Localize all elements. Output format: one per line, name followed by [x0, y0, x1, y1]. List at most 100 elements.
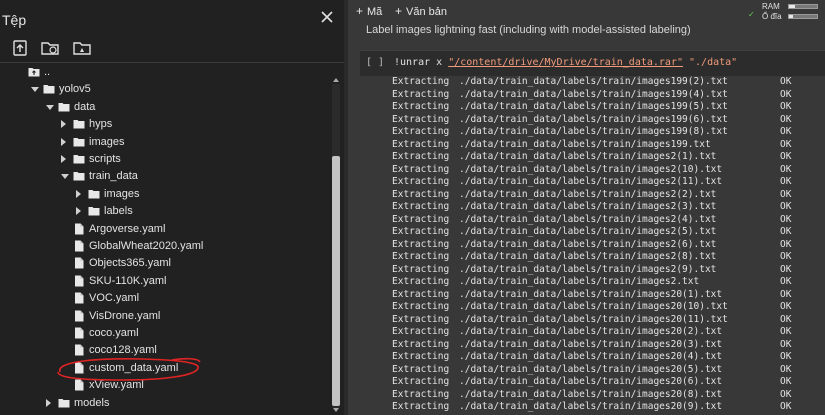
- folder-item[interactable]: yolov5: [0, 81, 330, 98]
- output-path: ./data/train_data/labels/train/images20(…: [459, 376, 723, 387]
- output-verb: Extracting: [392, 151, 450, 162]
- parent-folder-item[interactable]: ..: [0, 64, 330, 81]
- code-cell[interactable]: [ ] !unrar x "/content/drive/MyDrive/tra…: [360, 50, 825, 76]
- mount-drive-icon[interactable]: [72, 38, 92, 58]
- close-icon[interactable]: [318, 8, 336, 26]
- output-line: Extracting ./data/train_data/labels/train…: [392, 301, 825, 314]
- add-code-button[interactable]: + Mã: [356, 4, 382, 18]
- upload-icon[interactable]: [10, 38, 30, 58]
- output-status: OK: [780, 363, 792, 375]
- output-verb: Extracting: [392, 263, 450, 275]
- scrollbar[interactable]: [332, 84, 340, 408]
- notebook-area: + Mã + Văn bản ✓ RAM Ổ đĩa Label images li…: [348, 0, 825, 415]
- folder-item[interactable]: hyps: [0, 116, 330, 133]
- output-status: OK: [780, 76, 792, 87]
- chevron-right-icon[interactable]: [76, 207, 81, 216]
- output-path: ./data/train_data/labels/train/images20(…: [459, 351, 723, 362]
- output-status: OK: [780, 238, 792, 250]
- file-item[interactable]: VisDrone.yaml: [0, 308, 330, 325]
- chevron-right-icon[interactable]: [61, 155, 66, 163]
- output-verb: Extracting: [392, 201, 450, 212]
- output-status: OK: [780, 288, 792, 300]
- output-verb: Extracting: [392, 288, 450, 300]
- file-tree-label: SKU-110K.yaml: [89, 274, 167, 287]
- output-status: OK: [780, 88, 792, 100]
- folder-icon: [58, 102, 70, 112]
- chevron-down-icon[interactable]: [61, 174, 69, 180]
- chevron-right-icon[interactable]: [46, 398, 51, 407]
- output-verb: Extracting: [392, 176, 450, 187]
- output-path: ./data/train_data/labels/train/images20(…: [459, 363, 723, 375]
- file-item[interactable]: coco.yaml: [0, 325, 330, 342]
- folder-icon: [88, 189, 100, 199]
- output-path: ./data/train_data/labels/train/images199…: [459, 113, 728, 125]
- file-icon: [75, 275, 84, 287]
- chevron-down-icon[interactable]: [46, 104, 54, 110]
- folder-item[interactable]: images: [0, 186, 330, 203]
- refresh-folder-icon[interactable]: [40, 38, 60, 58]
- scroll-up-icon[interactable]: [333, 78, 339, 82]
- output-line: Extracting ./data/train_data/labels/train…: [392, 264, 825, 277]
- run-cell-button[interactable]: [ ]: [366, 57, 384, 68]
- output-verb: Extracting: [392, 213, 450, 225]
- chevron-right-icon[interactable]: [61, 120, 66, 129]
- folder-item[interactable]: models: [0, 395, 330, 412]
- file-tree-label: ..: [44, 66, 51, 78]
- folder-item[interactable]: labels: [0, 203, 330, 220]
- output-path: ./data/train_data/labels/train/images20(…: [459, 288, 723, 300]
- file-item[interactable]: SKU-110K.yaml: [0, 273, 330, 290]
- markdown-cell-text: Label images lightning fast (including w…: [366, 24, 691, 36]
- folder-icon: [73, 120, 85, 129]
- output-status: OK: [780, 351, 792, 362]
- output-path: ./data/train_data/labels/train/images2(1…: [459, 176, 723, 187]
- output-path: ./data/train_data/labels/train/images2(1…: [459, 151, 717, 162]
- file-item[interactable]: VOC.yaml: [0, 290, 330, 307]
- code-editor[interactable]: !unrar x "/content/drive/MyDrive/train_d…: [394, 57, 737, 68]
- output-line: Extracting ./data/train_data/labels/train…: [392, 339, 825, 352]
- folder-item[interactable]: scripts: [0, 151, 330, 168]
- chevron-down-icon[interactable]: [31, 87, 39, 93]
- output-verb: Extracting: [392, 88, 450, 100]
- output-path: ./data/train_data/labels/train/images20(…: [459, 388, 723, 400]
- add-text-button[interactable]: + Văn bản: [395, 4, 447, 18]
- folder-item[interactable]: images: [0, 134, 330, 151]
- output-line: Extracting ./data/train_data/labels/train…: [392, 114, 825, 127]
- output-status: OK: [780, 263, 792, 275]
- output-verb: Extracting: [392, 76, 450, 87]
- output-verb: Extracting: [392, 363, 450, 375]
- output-status: OK: [780, 388, 792, 400]
- file-tree-label: coco128.yaml: [89, 344, 157, 357]
- output-verb: Extracting: [392, 351, 450, 362]
- scroll-down-icon[interactable]: [333, 408, 339, 412]
- output-line: Extracting ./data/train_data/labels/train…: [392, 251, 825, 264]
- file-icon: [75, 362, 84, 374]
- scrollbar-thumb[interactable]: [332, 156, 340, 406]
- file-item[interactable]: xView.yaml: [0, 377, 330, 394]
- folder-item[interactable]: train_data: [0, 168, 330, 185]
- output-line: Extracting ./data/train_data/labels/train…: [392, 89, 825, 102]
- folder-item[interactable]: data: [0, 99, 330, 116]
- output-verb: Extracting: [392, 388, 450, 400]
- output-status: OK: [780, 101, 792, 112]
- file-item[interactable]: Objects365.yaml: [0, 255, 330, 272]
- output-path: ./data/train_data/labels/train/images20(…: [459, 326, 723, 337]
- resource-monitor[interactable]: ✓ RAM Ổ đĩa: [746, 2, 822, 22]
- code-path-string[interactable]: "/content/drive/MyDrive/train_data.rar": [448, 57, 683, 68]
- file-icon: [75, 310, 84, 322]
- output-verb: Extracting: [392, 401, 450, 412]
- output-line: Extracting ./data/train_data/labels/train…: [392, 126, 825, 139]
- file-item[interactable]: coco128.yaml: [0, 342, 330, 359]
- file-item[interactable]: Argoverse.yaml: [0, 221, 330, 238]
- file-tree-label: VOC.yaml: [89, 292, 140, 305]
- chevron-right-icon[interactable]: [76, 189, 81, 198]
- output-path: ./data/train_data/labels/train/images2(1…: [459, 163, 723, 175]
- output-status: OK: [780, 338, 792, 350]
- chevron-right-icon[interactable]: [61, 137, 66, 146]
- output-path: ./data/train_data/labels/train/images199…: [459, 138, 711, 150]
- output-status: OK: [780, 163, 792, 175]
- file-item[interactable]: custom_data.yaml: [0, 360, 330, 377]
- disk-bar-fill: [789, 15, 794, 18]
- output-verb: Extracting: [392, 113, 450, 125]
- file-item[interactable]: GlobalWheat2020.yaml: [0, 238, 330, 255]
- disk-label: Ổ đĩa: [762, 12, 782, 21]
